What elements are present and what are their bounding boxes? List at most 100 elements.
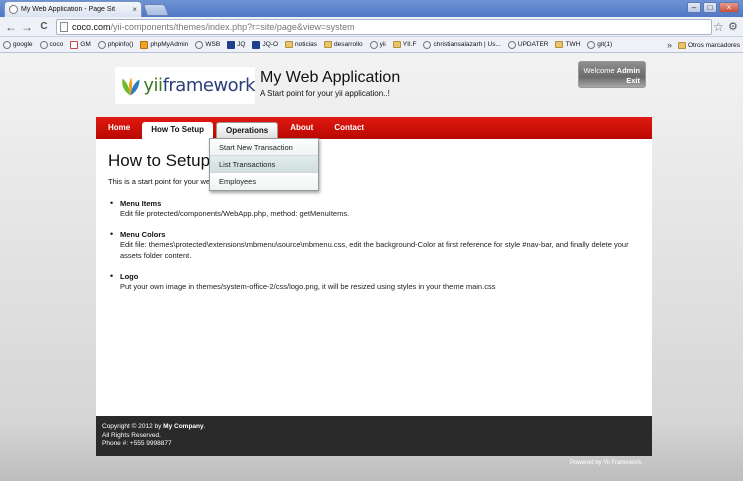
bookmarks-bar: google coco GM phpinfo() phpMyAdmin WSB JQ JQ-O…: [0, 37, 743, 53]
intro-text: This is a start point for your web: [108, 177, 215, 186]
bookmark-label: UPDATER: [517, 41, 549, 48]
bookmark-item[interactable]: GM: [70, 40, 91, 49]
list-item: Menu Colors Edit file: themes\protected\…: [110, 229, 640, 261]
bookmark-label: christiansalazarh | Us...: [433, 41, 501, 48]
bookmark-item[interactable]: desarrollo: [324, 41, 363, 48]
globe-icon: [507, 40, 516, 49]
other-bookmarks-label: Otros marcadores: [687, 41, 740, 49]
phpmyadmin-icon: [140, 40, 149, 49]
yii-logo[interactable]: yiiframework: [115, 67, 256, 104]
bookmark-item[interactable]: TWH: [555, 41, 580, 48]
menu-item-start-new-transaction[interactable]: Start New Transaction: [210, 139, 318, 156]
tab-close-icon[interactable]: ×: [132, 5, 137, 14]
bookmark-label: yii: [379, 41, 386, 48]
folder-icon: [555, 41, 564, 48]
main-nav-bar: Home How To Setup Operations About Conta…: [96, 117, 652, 139]
bookmark-item[interactable]: JQ: [227, 40, 246, 49]
maximize-button[interactable]: □: [703, 2, 717, 13]
page-title: How to Setup: [108, 151, 211, 170]
window-controls: – □ ×: [687, 2, 739, 13]
bookmark-item[interactable]: YII.F: [392, 41, 416, 48]
bookmark-item[interactable]: christiansalazarh | Us...: [423, 40, 501, 49]
bookmark-label: git(1): [597, 41, 613, 48]
main-content: How to Setup This is a start point for y…: [96, 139, 652, 416]
nav-how-to-setup[interactable]: How To Setup: [142, 122, 213, 139]
bookmark-item[interactable]: git(1): [587, 40, 613, 49]
bookmark-label: noticias: [295, 41, 318, 48]
step-description: Put your own image in themes/system-offi…: [120, 282, 496, 291]
bookmark-label: JQ-O: [262, 41, 278, 48]
address-bar[interactable]: coco.com/yii-components/themes/index.php…: [56, 19, 712, 35]
menu-item-list-transactions[interactable]: List Transactions: [210, 156, 318, 173]
step-title: Logo: [120, 272, 139, 281]
logo-text: yiiframework: [143, 75, 255, 96]
bookmark-item[interactable]: phpinfo(): [97, 40, 134, 49]
bookmark-item[interactable]: yii: [369, 40, 386, 49]
list-item: Logo Put your own image in themes/system…: [110, 271, 640, 292]
menu-item-employees[interactable]: Employees: [210, 173, 318, 190]
jquery-icon: [252, 40, 261, 49]
bookmark-label: phpMyAdmin: [150, 41, 189, 48]
copyright-text: Copyright © 2012 by My Company.: [102, 423, 206, 430]
nav-home[interactable]: Home: [99, 117, 139, 139]
close-window-button[interactable]: ×: [719, 2, 739, 13]
globe-icon: [3, 40, 11, 49]
welcome-text: Welcome Admin: [583, 66, 640, 75]
url-text[interactable]: coco.com/yii-components/themes/index.php…: [72, 22, 355, 32]
bookmark-item[interactable]: noticias: [285, 41, 317, 48]
step-title: Menu Colors: [120, 230, 166, 239]
browser-titlebar: My Web Application - Page Sit × – □ ×: [0, 0, 743, 17]
back-arrow-icon[interactable]: ←: [4, 20, 18, 34]
browser-toolbar: ← → C coco.com/yii-components/themes/ind…: [0, 17, 743, 37]
phone-text: Phone #: +555 9998877: [102, 440, 172, 447]
yii-leaf-icon: [122, 77, 140, 95]
gmail-icon: [70, 40, 79, 49]
globe-icon: [423, 40, 432, 49]
list-item: Menu Items Edit file protected/component…: [110, 198, 640, 219]
tab-favicon-icon: [9, 5, 18, 14]
bookmark-label: google: [13, 41, 33, 48]
globe-icon: [369, 40, 378, 49]
wrench-menu-icon[interactable]: ⚙: [728, 20, 738, 33]
tab-title: My Web Application - Page Sit: [21, 6, 116, 13]
operations-dropdown-menu: Start New Transaction List Transactions …: [209, 138, 319, 191]
bookmark-label: phpinfo(): [107, 41, 134, 48]
minimize-button[interactable]: –: [687, 2, 701, 13]
bookmark-item[interactable]: UPDATER: [507, 40, 549, 49]
bookmark-item[interactable]: coco: [39, 40, 63, 49]
folder-icon: [285, 41, 293, 48]
bookmark-item[interactable]: google: [3, 40, 33, 49]
bookmark-star-icon[interactable]: ☆: [713, 20, 724, 34]
nav-operations[interactable]: Operations: [215, 122, 279, 139]
globe-icon: [97, 40, 106, 49]
bookmark-item[interactable]: WSB: [195, 40, 221, 49]
globe-icon: [195, 40, 204, 49]
bookmark-item[interactable]: JQ-O: [252, 40, 278, 49]
page-icon: [60, 22, 68, 32]
nav-about[interactable]: About: [281, 117, 322, 139]
url-host: coco.com: [72, 22, 111, 32]
new-tab-button[interactable]: [142, 4, 170, 16]
user-box: Welcome Admin Exit: [578, 61, 646, 88]
web-page: yiiframework My Web Application A Start …: [0, 53, 743, 481]
nav-contact[interactable]: Contact: [325, 117, 373, 139]
folder-icon: [392, 41, 401, 48]
bookmark-label: WSB: [205, 41, 221, 48]
powered-by-text[interactable]: Powered by Yii Framework.: [570, 460, 643, 466]
step-description: Edit file: themes\protected\extensions\m…: [120, 240, 629, 260]
page-footer: Copyright © 2012 by My Company. All Righ…: [96, 416, 652, 456]
folder-icon: [677, 41, 686, 49]
more-bookmarks-icon[interactable]: »: [667, 40, 672, 50]
reload-icon[interactable]: C: [37, 20, 51, 34]
bookmark-item[interactable]: phpMyAdmin: [140, 40, 189, 49]
exit-link[interactable]: Exit: [579, 76, 640, 86]
company-name: My Company: [163, 423, 204, 430]
forward-arrow-icon[interactable]: →: [20, 20, 34, 34]
other-bookmarks-folder[interactable]: Otros marcadores: [677, 41, 740, 49]
rights-text: All Rights Reserved.: [102, 431, 161, 439]
folder-icon: [324, 41, 333, 48]
bookmark-label: JQ: [237, 41, 246, 48]
step-description: Edit file protected/components/WebApp.ph…: [120, 209, 350, 218]
browser-tab[interactable]: My Web Application - Page Sit ×: [4, 1, 142, 17]
setup-steps-list: Menu Items Edit file protected/component…: [110, 198, 640, 303]
